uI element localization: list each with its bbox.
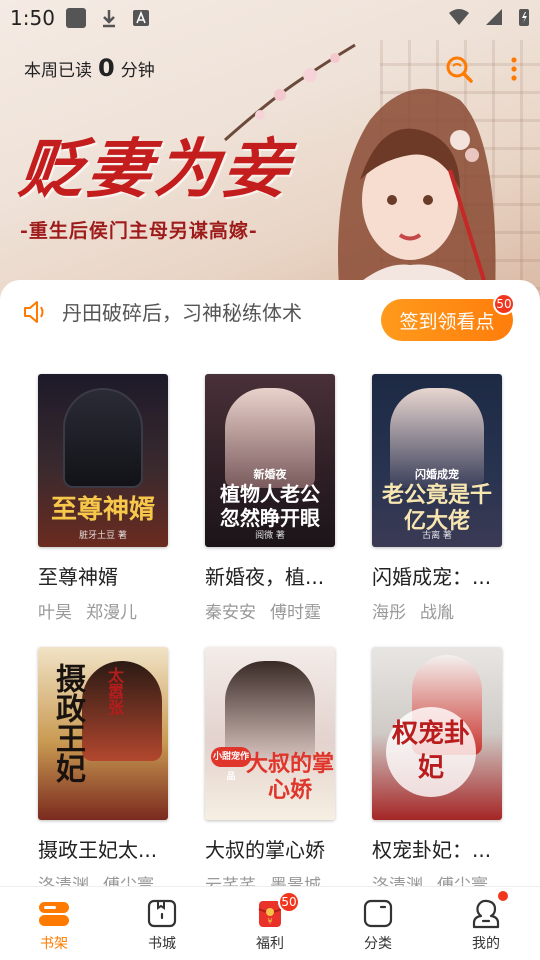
signin-badge: 50: [493, 293, 515, 315]
nav-label: 分类: [364, 936, 392, 952]
book-authors: 秦安安 傅时霆: [205, 598, 345, 623]
reading-unit: 分钟: [120, 61, 155, 81]
book-item[interactable]: 摄政王妃 太嚣张 摄政王妃太... 洛清渊傅尘寰: [38, 647, 178, 896]
notice-text: 丹田破碎后，习神秘练体术: [62, 301, 302, 325]
nav-bookshelf[interactable]: 书架: [0, 887, 108, 960]
book-author: 战胤: [420, 603, 454, 623]
book-item[interactable]: 闪婚成宠 老公竟是千亿大佬 古离 著 闪婚成宠：... 海彤 战胤: [372, 374, 512, 623]
book-title[interactable]: 闪婚成宠：...: [372, 561, 512, 590]
nav-profile[interactable]: 我的: [432, 887, 540, 960]
more-options-icon[interactable]: [510, 56, 518, 82]
cover-figure: [225, 661, 315, 761]
search-icon[interactable]: [444, 54, 474, 84]
signal-icon: [486, 9, 502, 25]
nav-profile-dot: [498, 891, 508, 901]
book-item[interactable]: 至尊神婿 脏牙土豆 著 至尊神婿 叶昊 郑漫儿: [38, 374, 178, 623]
reading-label: 本周已读: [24, 61, 92, 81]
nav-bookstore[interactable]: 书城: [108, 887, 216, 960]
speaker-icon: [24, 300, 44, 323]
cover-figure: [63, 388, 143, 488]
svg-text:¥: ¥: [267, 917, 272, 926]
book-title[interactable]: 摄政王妃太...: [38, 834, 178, 863]
book-cover[interactable]: 权宠卦妃: [372, 647, 502, 820]
cover-author: 脏牙土豆 著: [79, 531, 127, 541]
nav-label: 我的: [472, 936, 500, 952]
bottom-navigation: 书架 书城 ¥ 福利 50 分类 我的: [0, 886, 540, 960]
banner-subtitle: -重生后侯门主母另谋高嫁-: [20, 220, 258, 242]
cover-title: 植物人老公忽然睁开眼: [220, 482, 320, 530]
cover-title: 老公竟是千亿大佬: [381, 482, 492, 534]
nav-category[interactable]: 分类: [324, 887, 432, 960]
book-author: 海彤: [372, 603, 406, 623]
battery-icon: [519, 9, 529, 26]
status-time: 1:50: [10, 6, 55, 30]
book-cover[interactable]: 闪婚成宠 老公竟是千亿大佬 古离 著: [372, 374, 502, 547]
nav-label: 书城: [148, 936, 176, 952]
cover-title: 大叔的掌心娇: [245, 751, 334, 803]
download-icon: [103, 10, 115, 28]
book-cover[interactable]: 小甜宠作品 大叔的掌心娇: [205, 647, 335, 820]
weekly-reading-time: 本周已读 0 分钟: [24, 54, 155, 82]
book-title[interactable]: 权宠卦妃：...: [372, 834, 512, 863]
book-authors: 叶昊 郑漫儿: [38, 598, 178, 623]
book-item[interactable]: 权宠卦妃 权宠卦妃：... 洛清渊傅尘寰: [372, 647, 512, 896]
book-item[interactable]: 小甜宠作品 大叔的掌心娇 大叔的掌心娇 云芊芊墨景城: [205, 647, 345, 896]
cover-title: 权宠卦妃: [386, 707, 476, 797]
book-author: 叶昊: [38, 603, 72, 623]
font-a-icon: [133, 10, 149, 26]
book-author: 傅时霆: [270, 603, 321, 623]
nav-label: 福利: [256, 936, 284, 952]
book-cover[interactable]: 至尊神婿 脏牙土豆 著: [38, 374, 168, 547]
cover-tag: 太嚣张: [105, 667, 124, 715]
banner-title: 贬妻为妾: [15, 132, 296, 207]
profile-icon: [472, 899, 500, 929]
cover-title: 至尊神婿: [50, 495, 155, 525]
category-icon: [363, 899, 393, 928]
book-authors: 海彤 战胤: [372, 598, 512, 623]
notice-bar[interactable]: 丹田破碎后，习神秘练体术: [22, 297, 302, 326]
book-cover[interactable]: 摄政王妃 太嚣张: [38, 647, 168, 820]
book-author: 郑漫儿: [86, 603, 137, 623]
reading-value: 0: [98, 54, 115, 82]
book-item[interactable]: 新婚夜 植物人老公忽然睁开眼 阅微 著 新婚夜，植... 秦安安 傅时霆: [205, 374, 345, 623]
cover-author: 阅微 著: [255, 531, 285, 541]
bookshelf-icon: [39, 902, 69, 926]
notification-app-icon: [66, 8, 86, 28]
cover-tag: 闪婚成宠: [415, 468, 459, 481]
nav-welfare-badge: 50: [278, 891, 300, 913]
nav-welfare[interactable]: ¥ 福利 50: [216, 887, 324, 960]
book-title[interactable]: 至尊神婿: [38, 561, 178, 590]
cover-tag: 新婚夜: [253, 468, 287, 481]
cover-title: 摄政王妃: [50, 663, 85, 783]
book-author: 秦安安: [205, 603, 256, 623]
wifi-icon: [449, 9, 469, 25]
bookstore-icon: [147, 899, 177, 928]
heroine-illustration: [338, 88, 496, 300]
nav-label: 书架: [40, 936, 68, 952]
status-bar: 1:50: [0, 0, 540, 36]
book-cover[interactable]: 新婚夜 植物人老公忽然睁开眼 阅微 著: [205, 374, 335, 547]
banner-title-art: 贬妻为妾 -重生后侯门主母另谋高嫁-: [15, 118, 295, 243]
cover-author: 古离 著: [422, 531, 452, 541]
book-title[interactable]: 大叔的掌心娇: [205, 834, 345, 863]
book-title[interactable]: 新婚夜，植...: [205, 561, 345, 590]
